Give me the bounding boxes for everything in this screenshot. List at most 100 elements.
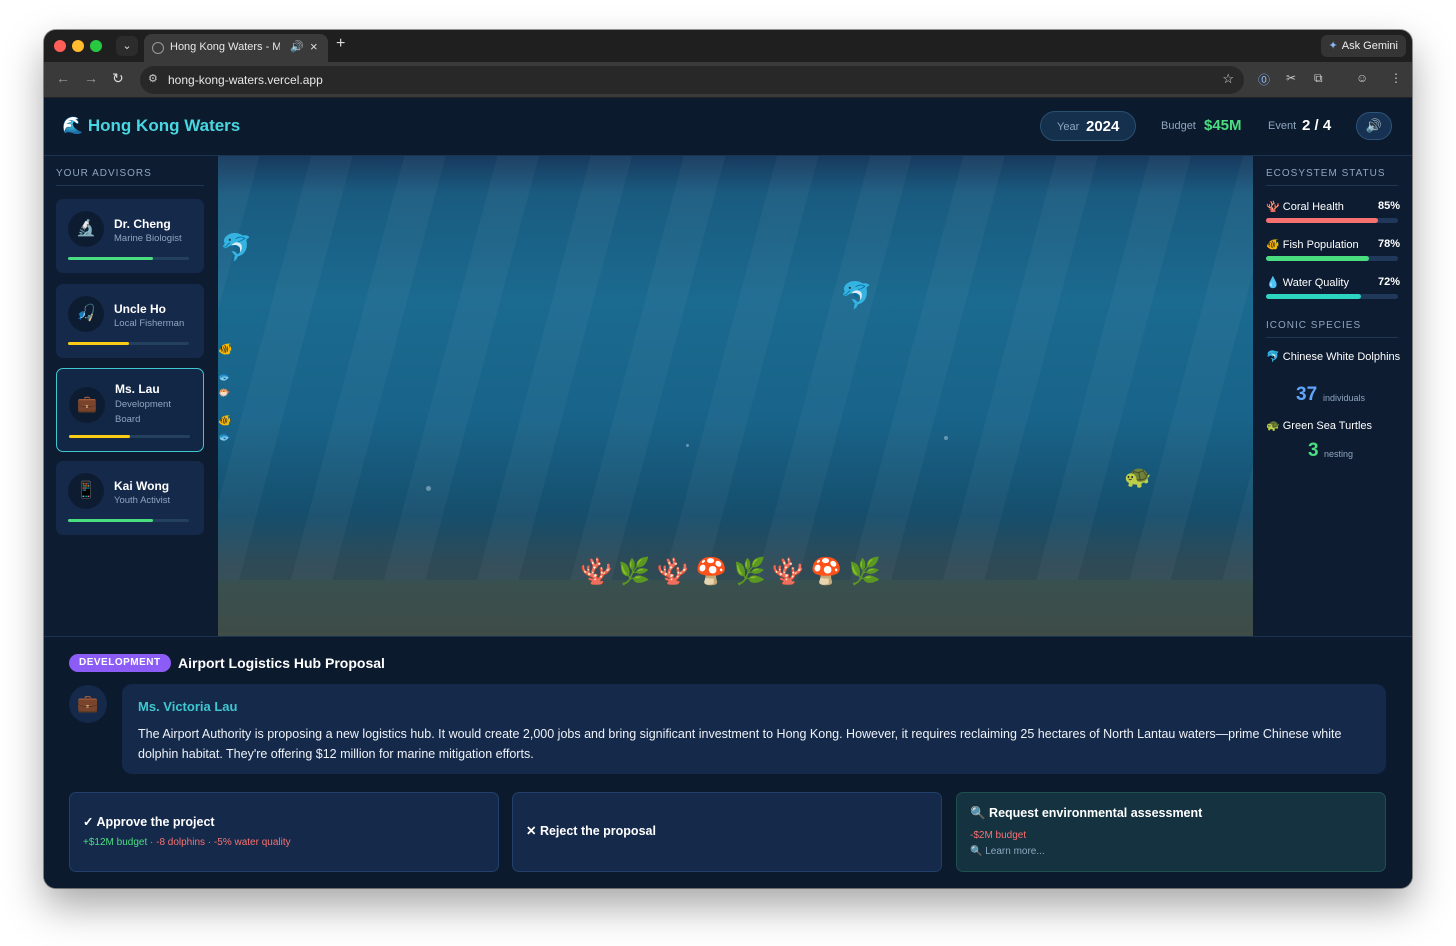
bookmark-star-icon[interactable]: ☆ [1222, 71, 1234, 87]
sea-floor [218, 580, 1253, 636]
budget-value: $45M [1204, 117, 1242, 134]
event-counter: 2 / 4 [1302, 117, 1332, 134]
year-label: Year [1057, 121, 1080, 133]
droplet-icon: 💧 [1266, 277, 1280, 289]
turtle-count: 3 [1308, 440, 1319, 461]
metric-label: Coral Health [1282, 201, 1344, 213]
advisor-card-ms-lau[interactable]: 💼 Ms. Lau Development Board [56, 368, 204, 452]
app-root: 🌊 Hong Kong Waters Year 2024 Budget $45M… [44, 98, 1412, 888]
approve-choice-button[interactable]: ✓ Approve the project +$12M budget · -8 … [69, 792, 499, 872]
advisor-card-kai-wong[interactable]: 📱 Kai Wong Youth Activist [56, 461, 204, 535]
effect-negative: -8 dolphins [156, 837, 206, 848]
brand-title: 🌊 Hong Kong Waters [62, 116, 241, 135]
effect-negative: -$2M budget [970, 830, 1027, 841]
dolphin-species-label: 🐬 Chinese White Dolphins [1266, 351, 1401, 363]
extension-icon[interactable]: ✂ [1286, 71, 1296, 85]
turtle-species-label: 🐢 Green Sea Turtles [1266, 420, 1373, 432]
choice-title: ✓ Approve the project [83, 815, 215, 829]
forward-arrow-icon[interactable]: → [84, 70, 98, 86]
close-window-button[interactable] [54, 40, 66, 52]
tab-search-button[interactable]: ⌄ [116, 36, 138, 56]
advisor-name: Dr. Cheng [114, 217, 171, 231]
advisor-name: Ms. Lau [115, 382, 160, 396]
bubble [686, 444, 689, 447]
year-indicator: Year 2024 [1040, 111, 1136, 141]
category-badge: DEVELOPMENT [69, 654, 171, 672]
password-manager-icon[interactable]: ⓪ [1258, 71, 1270, 88]
advisor-name: Uncle Ho [114, 302, 167, 316]
speaker-name: Ms. Victoria Lau [138, 699, 238, 714]
event-title: Airport Logistics Hub Proposal [178, 655, 385, 671]
metric-label: Water Quality [1282, 277, 1349, 289]
fish-icon: 🐠 [218, 415, 232, 427]
dolphin-icon[interactable]: 🐬 [220, 232, 252, 263]
fish-population-label: 🐠 Fish Population [1266, 238, 1359, 251]
divider [56, 185, 204, 186]
fish-icon: 🐡 [218, 388, 231, 399]
species-title: ICONIC SPECIES [1266, 320, 1362, 331]
choice-title: 🔍 Request environmental assessment [970, 806, 1203, 820]
choice-title: ✕ Reject the proposal [526, 824, 656, 838]
coral-health-value: 85% [1377, 200, 1400, 212]
effect-separator: · [147, 837, 157, 848]
trust-bar-fill [68, 342, 129, 345]
advisor-role-line2: Board [115, 414, 141, 425]
speech-bubble: Ms. Victoria Lau The Airport Authority i… [122, 684, 1386, 774]
dolphin-count-unit: individuals [1323, 393, 1366, 403]
minimize-window-button[interactable] [72, 40, 84, 52]
gemini-icon: ✦ [1328, 40, 1338, 52]
sound-toggle-button[interactable]: 🔊 [1356, 112, 1392, 140]
water-quality-bar [1266, 294, 1398, 299]
app-header: 🌊 Hong Kong Waters Year 2024 Budget $45M… [44, 98, 1412, 156]
url-text[interactable]: hong-kong-waters.vercel.app [168, 73, 323, 87]
assessment-choice-button[interactable]: 🔍 Request environmental assessment -$2M … [956, 792, 1386, 872]
close-tab-icon[interactable]: × [310, 39, 318, 54]
speaker-icon[interactable]: 🔊 [290, 40, 304, 53]
address-bar[interactable]: ⚙ hong-kong-waters.vercel.app ☆ [140, 66, 1244, 94]
advisors-title: YOUR ADVISORS [56, 168, 152, 179]
advisor-card-uncle-ho[interactable]: 🎣 Uncle Ho Local Fisherman [56, 284, 204, 358]
ecosystem-title: ECOSYSTEM STATUS [1266, 168, 1386, 179]
kebab-menu-icon[interactable]: ⋮ [1390, 71, 1402, 85]
water-quality-label: 💧 Water Quality [1266, 276, 1349, 289]
speech-text: The Airport Authority is proposing a new… [138, 727, 1342, 761]
browser-toolbar: ← → ↻ ⚙ hong-kong-waters.vercel.app ☆ ⓪ … [44, 62, 1412, 98]
browser-tab[interactable]: Hong Kong Waters - Marine 🔊 × [144, 34, 328, 62]
trust-bar [68, 519, 189, 522]
trust-bar [68, 342, 189, 345]
advisors-panel: YOUR ADVISORS 🔬 Dr. Cheng Marine Biologi… [44, 156, 218, 636]
puzzle-extensions-icon[interactable]: ⧉ [1314, 71, 1323, 86]
browser-window: ⌄ Hong Kong Waters - Marine 🔊 × + ✦Ask G… [44, 30, 1412, 888]
site-info-icon[interactable]: ⚙ [148, 72, 158, 85]
maximize-window-button[interactable] [90, 40, 102, 52]
favicon-icon [152, 42, 164, 54]
turtle-icon[interactable]: 🐢 [1124, 464, 1151, 490]
ecosystem-panel: ECOSYSTEM STATUS 🪸 Coral Health 85% 🐠 Fi… [1253, 156, 1412, 636]
phone-icon: 📱 [68, 473, 104, 509]
fishing-rod-icon: 🎣 [68, 296, 104, 332]
reload-icon[interactable]: ↻ [112, 70, 124, 87]
divider [1266, 185, 1398, 186]
new-tab-button[interactable]: + [336, 35, 345, 53]
fish-icon: 🐟 [218, 431, 232, 443]
choice-effects: +$12M budget · -8 dolphins · -5% water q… [83, 837, 291, 848]
back-arrow-icon[interactable]: ← [56, 70, 70, 86]
briefcase-icon: 💼 [69, 387, 105, 423]
tab-title: Hong Kong Waters - Marine [170, 41, 280, 53]
advisor-role-line1: Development [115, 399, 171, 410]
turtle-count-unit: nesting [1324, 449, 1354, 459]
dolphin-icon[interactable]: 🐬 [840, 280, 872, 311]
advisor-role: Local Fisherman [114, 318, 185, 329]
coral-health-label: 🪸 Coral Health [1266, 200, 1344, 213]
advisor-role: Youth Activist [114, 495, 171, 506]
reject-choice-button[interactable]: ✕ Reject the proposal [512, 792, 942, 872]
fish-icon: 🐠 [1266, 239, 1280, 251]
ask-gemini-button[interactable]: ✦ Ask Gemini [1320, 35, 1406, 57]
profile-avatar-icon[interactable]: ☺ [1356, 71, 1368, 85]
advisor-card-dr-cheng[interactable]: 🔬 Dr. Cheng Marine Biologist [56, 199, 204, 273]
learn-more-link[interactable]: 🔍 Learn more... [970, 846, 1045, 857]
fish-population-value: 78% [1377, 238, 1400, 250]
effect-positive: +$12M budget [83, 837, 148, 848]
bubble [944, 436, 948, 440]
trust-bar-fill [68, 519, 153, 522]
